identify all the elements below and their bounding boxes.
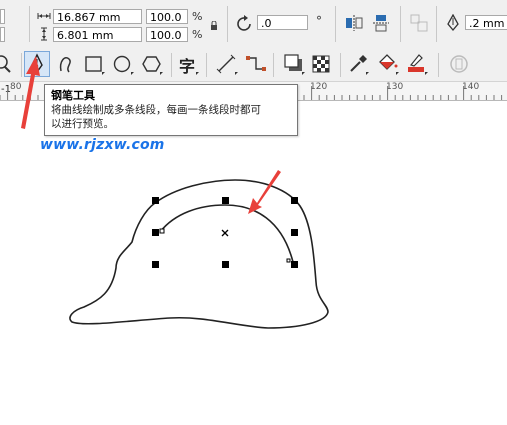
separator bbox=[206, 53, 207, 77]
scale-y-field[interactable]: 100.0 bbox=[146, 27, 188, 42]
smart-fill-icon bbox=[450, 55, 468, 73]
toolbox: 字 bbox=[0, 48, 507, 82]
separator bbox=[340, 53, 341, 77]
text-icon: 字 bbox=[179, 57, 196, 76]
fill-bucket-icon bbox=[379, 54, 399, 75]
tooltip-title: 钢笔工具 bbox=[51, 89, 95, 102]
tooltip-description-line2: 以进行预览。 bbox=[51, 118, 114, 130]
parallel-dimension-tool[interactable] bbox=[214, 51, 240, 77]
transparency-tool[interactable] bbox=[309, 51, 335, 77]
polygon-icon bbox=[142, 56, 163, 75]
mirror-vertical-icon[interactable] bbox=[372, 14, 390, 32]
separator bbox=[400, 6, 401, 42]
property-bar: 16.867 mm 6.801 mm 100.0 100.0 % % .0 ° … bbox=[0, 0, 507, 49]
outline-pen-tool-icon bbox=[408, 54, 428, 75]
percent-label-x: % bbox=[192, 10, 203, 23]
dimension-icon bbox=[216, 54, 238, 75]
outline-width-field[interactable]: .2 mm bbox=[465, 15, 507, 30]
separator bbox=[335, 6, 336, 42]
outline-tool[interactable] bbox=[404, 51, 430, 77]
rotation-icon bbox=[237, 15, 251, 31]
tooltip-description-line1: 将曲线绘制成多条线段，每画一条线段时都可 bbox=[51, 104, 261, 116]
eyedropper-tool[interactable] bbox=[345, 51, 371, 77]
rectangle-icon bbox=[85, 56, 105, 75]
object-width-field[interactable]: 16.867 mm bbox=[53, 9, 142, 24]
helmet-outline[interactable] bbox=[69, 179, 329, 329]
ellipse-icon bbox=[113, 55, 134, 75]
drop-shadow-icon bbox=[284, 54, 305, 75]
separator bbox=[273, 53, 274, 77]
watermark-text: www.rjzxw.com bbox=[40, 137, 165, 153]
ellipse-tool[interactable] bbox=[110, 51, 136, 77]
smart-fill-tool[interactable] bbox=[446, 51, 472, 77]
percent-label-y: % bbox=[192, 28, 203, 41]
text-tool[interactable]: 字 bbox=[175, 51, 201, 77]
separator bbox=[436, 6, 437, 42]
drop-shadow-tool[interactable] bbox=[281, 51, 307, 77]
pen-tool-tooltip: 钢笔工具 将曲线绘制成多条线段，每画一条线段时都可 以进行预览。 bbox=[44, 84, 298, 136]
rotation-angle-field[interactable]: .0 bbox=[257, 15, 308, 30]
lock-ratio-icon[interactable] bbox=[209, 21, 219, 31]
object-height-field[interactable]: 6.801 mm bbox=[53, 27, 142, 42]
red-annotation-arrow-canvas bbox=[248, 170, 281, 214]
separator bbox=[438, 53, 439, 77]
start-node[interactable] bbox=[159, 228, 165, 234]
fill-tool[interactable] bbox=[375, 51, 401, 77]
transparency-icon bbox=[312, 55, 330, 73]
end-node[interactable] bbox=[286, 258, 291, 263]
separator bbox=[227, 6, 228, 42]
polygon-tool[interactable] bbox=[139, 51, 165, 77]
rectangle-tool[interactable] bbox=[81, 51, 107, 77]
helmet-selected-brim-curve[interactable] bbox=[159, 204, 294, 263]
connector-tool[interactable] bbox=[243, 51, 269, 77]
outline-pen-icon bbox=[447, 14, 459, 32]
connector-icon bbox=[246, 56, 266, 71]
scale-x-field[interactable]: 100.0 bbox=[146, 9, 188, 24]
degree-label: ° bbox=[316, 14, 322, 28]
convert-to-curves-icon[interactable] bbox=[410, 14, 428, 32]
eyedropper-icon bbox=[350, 55, 369, 75]
mirror-horizontal-icon[interactable] bbox=[345, 14, 363, 32]
center-marker-icon bbox=[221, 229, 229, 237]
separator bbox=[171, 53, 172, 77]
